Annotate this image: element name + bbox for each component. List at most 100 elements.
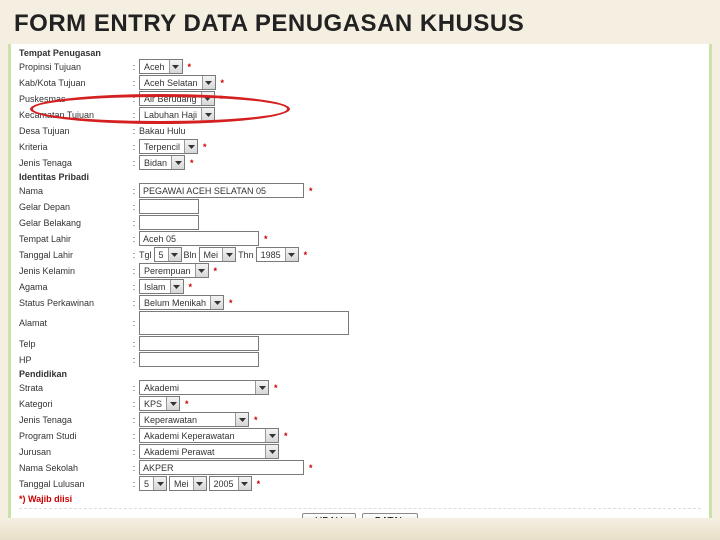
textarea-alamat[interactable] — [139, 311, 349, 335]
required-star: * — [190, 158, 194, 168]
chevron-down-icon — [166, 397, 179, 410]
select-bln-lahir[interactable]: Mei — [199, 247, 237, 262]
label-telp: Telp — [19, 339, 129, 349]
label-gelar-belakang: Gelar Belakang — [19, 218, 129, 228]
row-jtenaga1: Jenis Tenaga : Bidan * — [19, 155, 701, 170]
chevron-down-icon — [193, 477, 206, 490]
input-hp[interactable] — [139, 352, 259, 367]
label-kategori: Kategori — [19, 399, 129, 409]
chevron-down-icon — [169, 60, 182, 73]
slide-title: FORM ENTRY DATA PENUGASAN KHUSUS — [0, 0, 720, 44]
required-star: * — [257, 479, 261, 489]
select-prodi[interactable]: Akademi Keperawatan — [139, 428, 279, 443]
required-star: * — [185, 399, 189, 409]
section-tempat: Tempat Penugasan — [19, 48, 701, 58]
chevron-down-icon — [201, 92, 214, 105]
select-kategori[interactable]: KPS — [139, 396, 180, 411]
chevron-down-icon — [235, 413, 248, 426]
required-star: * — [304, 250, 308, 260]
select-strata[interactable]: Akademi — [139, 380, 269, 395]
label-kawin: Status Perkawinan — [19, 298, 129, 308]
input-gelar-belakang[interactable] — [139, 215, 199, 230]
row-strata: Strata : Akademi * — [19, 380, 701, 395]
required-star: * — [188, 62, 192, 72]
row-hp: HP : — [19, 352, 701, 367]
input-sekolah[interactable]: AKPER — [139, 460, 304, 475]
chevron-down-icon — [201, 108, 214, 121]
row-tempat-lahir: Tempat Lahir : Aceh 05 * — [19, 231, 701, 246]
row-kriteria: Kriteria : Terpencil * — [19, 139, 701, 154]
required-star: * — [189, 282, 193, 292]
select-kab[interactable]: Aceh Selatan — [139, 75, 216, 90]
required-star: * — [254, 415, 258, 425]
select-propinsi[interactable]: Aceh — [139, 59, 183, 74]
row-kelamin: Jenis Kelamin : Perempuan * — [19, 263, 701, 278]
label-kriteria: Kriteria — [19, 142, 129, 152]
select-jurusan[interactable]: Akademi Perawat — [139, 444, 279, 459]
row-jurusan: Jurusan : Akademi Perawat — [19, 444, 701, 459]
select-puskesmas[interactable]: Air Berudang — [139, 91, 215, 106]
required-star: * — [284, 431, 288, 441]
label-tanggal-lahir: Tanggal Lahir — [19, 250, 129, 260]
select-tgl-lulus[interactable]: 5 — [139, 476, 167, 491]
chevron-down-icon — [255, 381, 268, 394]
dob-thn-label: Thn — [238, 250, 254, 260]
input-gelar-depan[interactable] — [139, 199, 199, 214]
chevron-down-icon — [210, 296, 223, 309]
label-kecamatan: Kecamatan Tujuan — [19, 110, 129, 120]
section-pendidikan: Pendidikan — [19, 369, 701, 379]
row-agama: Agama : Islam * — [19, 279, 701, 294]
required-star: * — [220, 94, 224, 104]
required-note: *) Wajib diisi — [19, 492, 701, 506]
required-star: * — [274, 383, 278, 393]
label-jtenaga1: Jenis Tenaga — [19, 158, 129, 168]
label-sekolah: Nama Sekolah — [19, 463, 129, 473]
select-thn-lahir[interactable]: 1985 — [256, 247, 299, 262]
dob-bln-label: Bln — [184, 250, 197, 260]
required-star: * — [309, 463, 313, 473]
row-jtenaga2: Jenis Tenaga : Keperawatan * — [19, 412, 701, 427]
select-jtenaga1[interactable]: Bidan — [139, 155, 185, 170]
chevron-down-icon — [170, 280, 183, 293]
chevron-down-icon — [265, 429, 278, 442]
chevron-down-icon — [171, 156, 184, 169]
chevron-down-icon — [222, 248, 235, 261]
label-agama: Agama — [19, 282, 129, 292]
row-tanggal-lahir: Tanggal Lahir : Tgl 5 Bln Mei Thn 1985 * — [19, 247, 701, 262]
label-desa: Desa Tujuan — [19, 126, 129, 136]
input-telp[interactable] — [139, 336, 259, 351]
label-tgl-lulus: Tanggal Lulusan — [19, 479, 129, 489]
label-alamat: Alamat — [19, 318, 129, 328]
form-panel: Tempat Penugasan Propinsi Tujuan : Aceh … — [8, 44, 712, 534]
input-nama[interactable]: PEGAWAI ACEH SELATAN 05 — [139, 183, 304, 198]
row-gelar-depan: Gelar Depan : — [19, 199, 701, 214]
required-star: * — [214, 266, 218, 276]
select-kelamin[interactable]: Perempuan — [139, 263, 209, 278]
row-alamat: Alamat : — [19, 311, 701, 335]
row-kecamatan: Kecamatan Tujuan : Labuhan Haji — [19, 107, 701, 122]
select-thn-lulus[interactable]: 2005 — [209, 476, 252, 491]
select-kecamatan[interactable]: Labuhan Haji — [139, 107, 215, 122]
select-kawin[interactable]: Belum Menikah — [139, 295, 224, 310]
label-nama: Nama — [19, 186, 129, 196]
row-kab: Kab/Kota Tujuan : Aceh Selatan * — [19, 75, 701, 90]
row-sekolah: Nama Sekolah : AKPER * — [19, 460, 701, 475]
row-desa: Desa Tujuan : Bakau Hulu — [19, 123, 701, 138]
required-star: * — [264, 234, 268, 244]
label-strata: Strata — [19, 383, 129, 393]
label-tempat-lahir: Tempat Lahir — [19, 234, 129, 244]
row-puskesmas: Puskesmas : Air Berudang * — [19, 91, 701, 106]
required-star: * — [203, 142, 207, 152]
select-bln-lulus[interactable]: Mei — [169, 476, 207, 491]
label-kelamin: Jenis Kelamin — [19, 266, 129, 276]
chevron-down-icon — [153, 477, 166, 490]
row-nama: Nama : PEGAWAI ACEH SELATAN 05 * — [19, 183, 701, 198]
slide-footer-decoration — [0, 518, 720, 540]
select-jtenaga2[interactable]: Keperawatan — [139, 412, 249, 427]
select-kriteria[interactable]: Terpencil — [139, 139, 198, 154]
required-star: * — [229, 298, 233, 308]
select-tgl-lahir[interactable]: 5 — [154, 247, 182, 262]
input-tempat-lahir[interactable]: Aceh 05 — [139, 231, 259, 246]
row-propinsi: Propinsi Tujuan : Aceh * — [19, 59, 701, 74]
select-agama[interactable]: Islam — [139, 279, 184, 294]
